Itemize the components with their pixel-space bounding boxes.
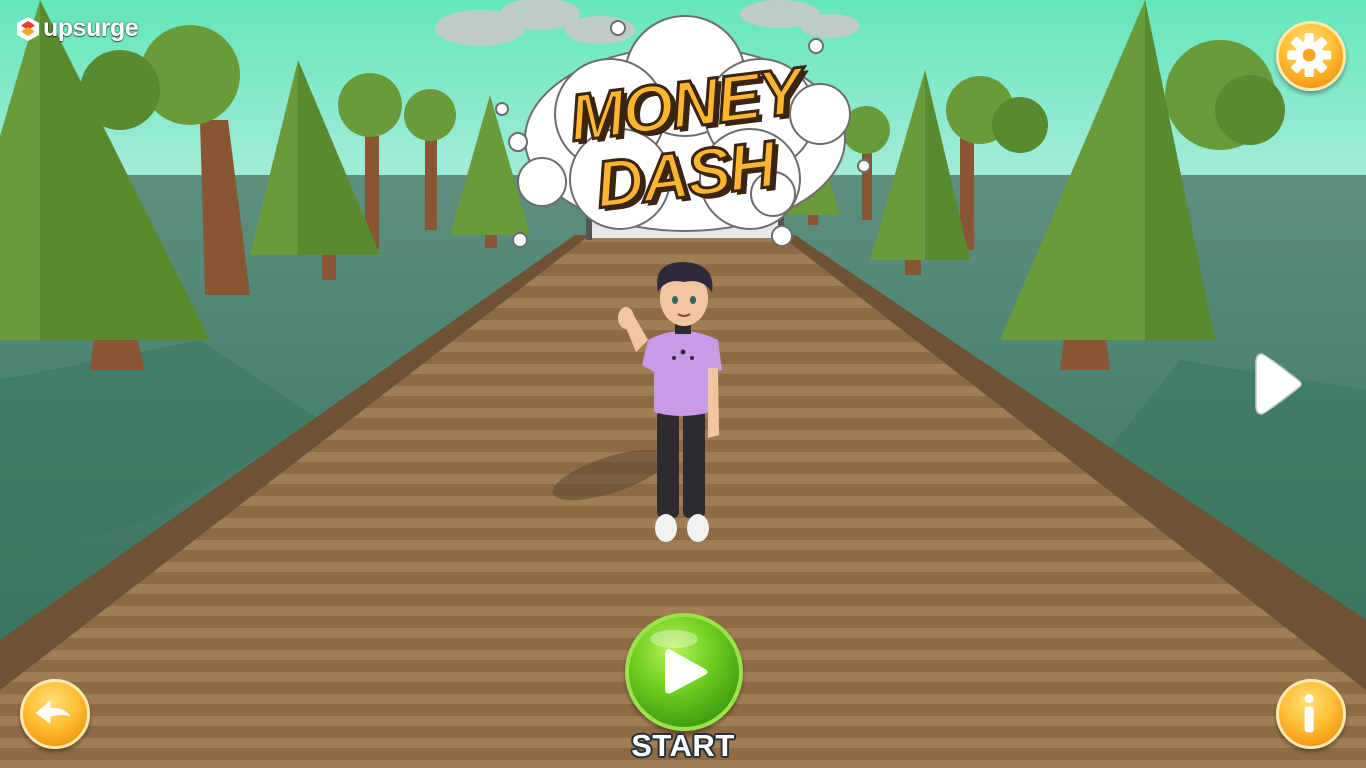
start-label: START — [631, 728, 735, 763]
next-arrow-button[interactable] — [1250, 348, 1310, 420]
info-icon — [1304, 693, 1314, 733]
upsurge-logo-icon — [17, 16, 39, 41]
game-title: MONEY DASH — [490, 14, 880, 254]
gear-icon — [1287, 33, 1332, 78]
back-button[interactable] — [20, 679, 90, 749]
play-icon — [650, 630, 708, 694]
info-button[interactable] — [1276, 679, 1346, 749]
brand-name: upsurge — [43, 14, 139, 42]
next-arrow-icon — [1255, 353, 1302, 415]
start-button[interactable] — [625, 613, 743, 731]
brand-logo: upsurge — [16, 14, 139, 43]
back-arrow-icon — [35, 700, 71, 725]
settings-button[interactable] — [1276, 21, 1346, 91]
